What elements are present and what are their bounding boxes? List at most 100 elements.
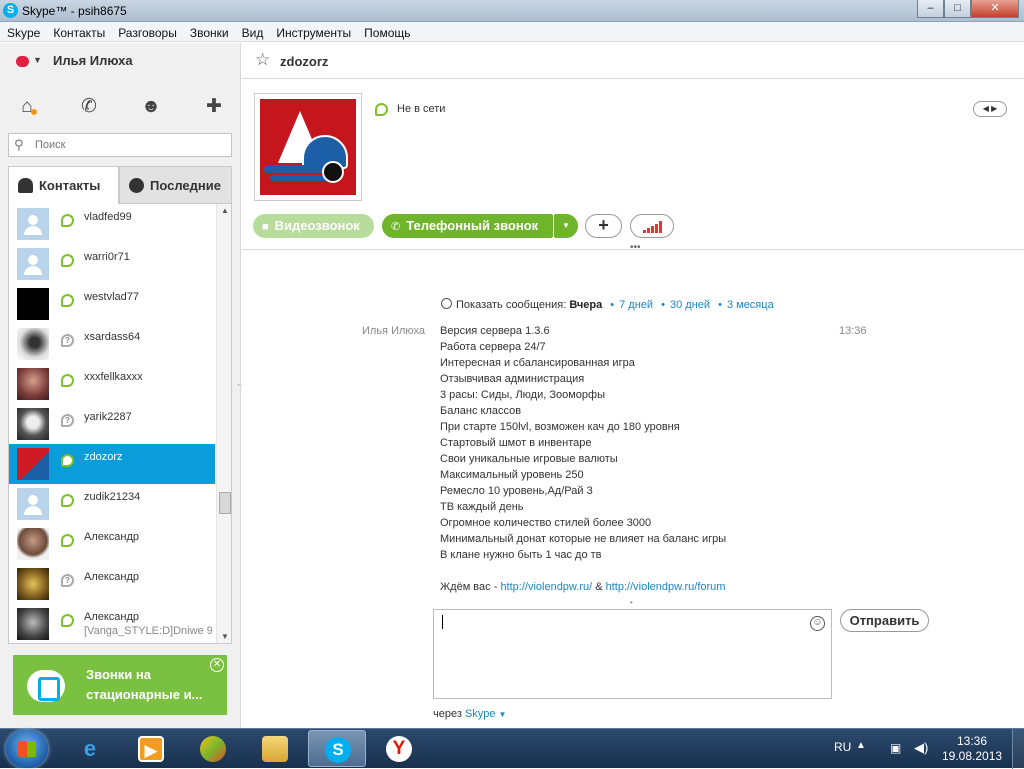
offline-status-icon [61, 494, 74, 507]
search-input[interactable] [35, 136, 225, 154]
profile-bar[interactable]: ▼ Илья Илюха [0, 43, 241, 81]
tab-recent[interactable]: Последние [119, 166, 232, 204]
contact-row[interactable]: ? xsardass64 [9, 324, 215, 364]
menu-conversations[interactable]: Разговоры [111, 22, 183, 42]
emoticon-icon[interactable]: ☺ [810, 616, 825, 631]
status-dropdown-icon[interactable]: ▼ [33, 55, 42, 65]
menu-view[interactable]: Вид [235, 22, 270, 42]
contact-name: Александр [84, 611, 140, 623]
avatar [17, 288, 49, 320]
status-busy-icon[interactable] [16, 56, 29, 67]
contact-name: zudik21234 [84, 491, 141, 503]
search-box[interactable]: ⚲ [8, 133, 232, 157]
profile-name[interactable]: Илья Илюха [53, 53, 133, 68]
taskbar-media-player[interactable]: ▶ [122, 730, 180, 767]
title-bar[interactable]: S Skype™ - psih8675 – □ ✕ [0, 0, 1024, 22]
clock-date: 19.08.2013 [942, 749, 1003, 763]
menu-help[interactable]: Помощь [357, 22, 416, 42]
website-link[interactable]: http://violendpw.ru/ [500, 581, 592, 593]
message-time: 13:36 [839, 325, 867, 337]
skype-window: S Skype™ - psih8675 – □ ✕ Skype Контакты Р… [0, 0, 1024, 728]
window-title: Skype™ - psih8675 [22, 4, 127, 18]
offline-status-icon [61, 374, 74, 387]
add-contact-icon[interactable]: ✚ [199, 93, 229, 121]
send-button[interactable]: Отправить [840, 609, 929, 632]
video-call-button[interactable]: ■ Видеозвонок [253, 214, 374, 238]
contact-list-scrollbar[interactable]: ▲ ▼ [216, 204, 231, 643]
unknown-status-icon: ? [61, 574, 74, 587]
contact-row[interactable]: zudik21234 [9, 484, 215, 524]
contact-row[interactable]: vladfed99 [9, 204, 215, 244]
avatar [17, 368, 49, 400]
contact-avatar[interactable] [254, 93, 362, 201]
close-icon[interactable]: ✕ [210, 658, 224, 672]
separator-dot: • [718, 299, 722, 311]
contact-row-selected[interactable]: zdozorz [9, 444, 215, 484]
message-line: Баланс классов [440, 405, 522, 417]
volume-icon[interactable]: ◀) [914, 740, 928, 756]
message-line: Интересная и сбалансированная игра [440, 357, 635, 369]
contact-row[interactable]: Александр [9, 524, 215, 564]
scroll-up-icon[interactable]: ▲ [221, 206, 229, 215]
favorite-star-icon[interactable]: ☆ [255, 50, 270, 70]
maximize-button[interactable]: □ [944, 0, 971, 18]
taskbar-ie[interactable]: e [61, 730, 119, 767]
language-indicator[interactable]: RU [834, 740, 851, 754]
divider-handle[interactable]: ••• [630, 242, 641, 253]
show-desktop-button[interactable] [1012, 729, 1024, 769]
promo-banner[interactable]: Звонки на стационарные и... ✕ [13, 655, 227, 715]
offline-status-icon [61, 454, 74, 467]
clock-icon [441, 298, 452, 309]
taskbar-skype[interactable]: S [308, 730, 366, 767]
history-3-months-link[interactable]: 3 месяца [727, 299, 774, 311]
history-30-days-link[interactable]: 30 дней [670, 299, 710, 311]
message-input[interactable]: ☺ [433, 609, 832, 699]
call-quality-button[interactable] [630, 214, 674, 238]
contact-name: westvlad77 [84, 291, 140, 303]
contact-row[interactable]: xxxfellkaxxx [9, 364, 215, 404]
chevron-down-icon[interactable]: ▼ [499, 710, 507, 719]
contact-row[interactable]: ? Александр [9, 564, 215, 604]
minimize-button[interactable]: – [917, 0, 944, 18]
menu-contacts[interactable]: Контакты [46, 22, 111, 42]
group-icon[interactable]: ☻ [136, 93, 166, 121]
contact-row[interactable]: ? yarik2287 [9, 404, 215, 444]
menu-calls[interactable]: Звонки [183, 22, 235, 42]
taskbar-yandex[interactable]: Y [370, 730, 428, 767]
contact-row[interactable]: warri0r71 [9, 244, 215, 284]
contact-name: warri0r71 [84, 251, 130, 263]
contact-row[interactable]: Александр [Vanga_STYLE:D]Dniwe 9I [9, 604, 215, 643]
menu-tools[interactable]: Инструменты [269, 22, 357, 42]
contact-tabs: Контакты Последние [8, 166, 232, 204]
profile-nav-arrows[interactable]: ◀ ▶ [973, 101, 1007, 117]
add-people-button[interactable]: + [585, 214, 622, 238]
tray-expand-icon[interactable]: ▲ [856, 740, 866, 751]
home-icon[interactable]: ⌂ [12, 93, 42, 121]
clock[interactable]: 13:36 19.08.2013 [942, 734, 1002, 764]
message-line: Максимальный уровень 250 [440, 469, 584, 481]
taskbar-explorer[interactable] [246, 730, 304, 767]
via-service-dropdown[interactable]: Skype [465, 708, 496, 720]
menu-skype[interactable]: Skype [0, 22, 46, 42]
close-window-button[interactable]: ✕ [971, 0, 1019, 18]
message-line: Огромное количество стилей более 3000 [440, 517, 652, 529]
clock-icon [129, 178, 144, 193]
phone-call-button[interactable]: ✆ Телефонный звонок [382, 214, 553, 238]
forum-link[interactable]: http://violendpw.ru/forum [606, 581, 726, 593]
taskbar-game[interactable] [184, 730, 242, 767]
contact-row[interactable]: westvlad77 [9, 284, 215, 324]
offline-status-icon [61, 294, 74, 307]
network-icon[interactable]: ▣ [890, 741, 901, 755]
tab-contacts[interactable]: Контакты [8, 166, 119, 204]
separator-dot: • [610, 299, 615, 311]
start-button[interactable] [6, 730, 48, 768]
phone-icon[interactable]: ✆ [74, 93, 104, 121]
scrollbar-thumb[interactable] [219, 492, 231, 514]
scroll-down-icon[interactable]: ▼ [221, 632, 229, 641]
clock-time: 13:36 [956, 734, 988, 748]
call-options-dropdown[interactable]: ▼ [554, 214, 578, 238]
composer-resize-handle[interactable]: • [630, 598, 633, 607]
history-filter: Показать сообщения: Вчера • 7 дней • 30 дн… [441, 298, 774, 311]
conversation-header: ☆ zdozorz [242, 43, 1024, 79]
history-7-days-link[interactable]: 7 дней [619, 299, 653, 311]
